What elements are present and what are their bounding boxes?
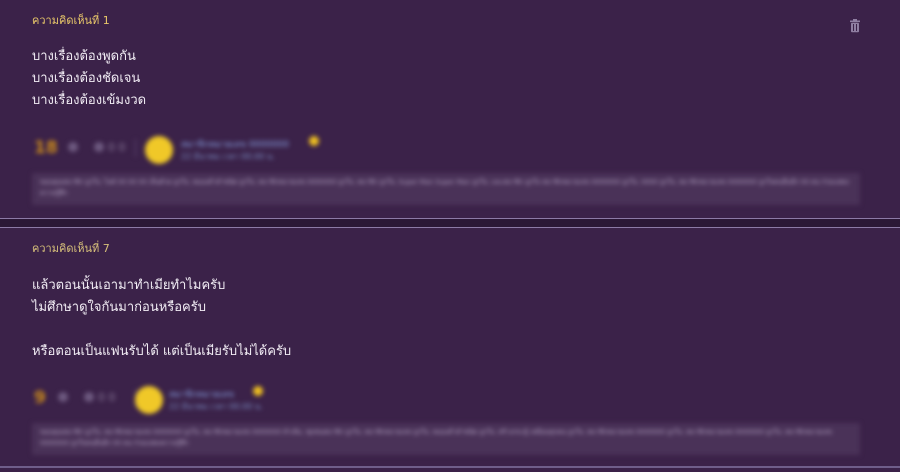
star-badge-icon bbox=[309, 136, 319, 146]
emotion-count: 0 0 bbox=[98, 391, 116, 404]
divider bbox=[135, 139, 136, 157]
reaction-summary[interactable]: ขอบคุณสมาชิก ถูกใจ, ไลค์ 00 00 00 เห็นด้… bbox=[32, 173, 860, 205]
timestamp: 22 มีนาคม เวลา 00.00 น. bbox=[169, 402, 263, 411]
comment-line: บางเรื่องต้องพูดกัน bbox=[32, 49, 136, 64]
vote-count: 18 bbox=[34, 138, 58, 158]
comment-line: บางเรื่องต้องชัดเจน bbox=[32, 71, 141, 86]
star-badge-icon bbox=[253, 386, 263, 396]
comment-body: บางเรื่องต้องพูดกัน บางเรื่องต้องชัดเจน … bbox=[32, 46, 146, 112]
emotion-icon[interactable] bbox=[94, 142, 104, 152]
avatar[interactable] bbox=[145, 136, 173, 164]
timestamp: 22 มีนาคม เวลา 00.00 น. bbox=[181, 152, 275, 161]
vote-count: 9 bbox=[34, 388, 46, 408]
username-link[interactable]: สมาชิกหมายเลข 0000000 bbox=[181, 137, 289, 151]
reaction-summary[interactable]: ขอบคุณสมาชิก ถูกใจ, สมาชิกหมายเลข 000000… bbox=[32, 423, 860, 455]
comment-separator bbox=[0, 218, 900, 228]
comment-number: ความคิดเห็นที่ 1 bbox=[32, 14, 110, 27]
comment-number: ความคิดเห็นที่ 7 bbox=[32, 242, 110, 255]
username-link[interactable]: สมาชิกหมายเลข bbox=[169, 387, 234, 401]
comment-card: ความคิดเห็นที่ 7 แล้วตอนนั้นเอามาทำเมียท… bbox=[0, 228, 900, 472]
comment-separator bbox=[0, 466, 900, 468]
comment-body: แล้วตอนนั้นเอามาทำเมียทำไมครับ ไม่ศึกษาด… bbox=[32, 275, 291, 363]
comment-line: บางเรื่องต้องเข้มงวด bbox=[32, 93, 147, 108]
plus-icon[interactable] bbox=[68, 142, 78, 152]
comment-line: ไม่ศึกษาดูใจกันมาก่อนหรือครับ bbox=[32, 300, 206, 315]
trash-icon[interactable] bbox=[849, 19, 861, 33]
comment-line: หรือตอนเป็นแฟนรับได้ แต่เป็นเมียรับไม่ได… bbox=[32, 344, 292, 359]
emotion-icon[interactable] bbox=[84, 392, 94, 402]
plus-icon[interactable] bbox=[58, 392, 68, 402]
comment-footer: 18 0 0 สมาชิกหมายเลข 0000000 22 มีนาคม เ… bbox=[32, 133, 862, 209]
comment-footer: 9 0 0 สมาชิกหมายเลข 22 มีนาคม เวลา 00.00… bbox=[32, 383, 862, 459]
emotion-count: 0 0 bbox=[108, 141, 126, 154]
comment-line: แล้วตอนนั้นเอามาทำเมียทำไมครับ bbox=[32, 278, 226, 293]
comment-line bbox=[32, 319, 291, 341]
comment-card: ความคิดเห็นที่ 1 บางเรื่องต้องพูดกัน บาง… bbox=[0, 0, 900, 218]
avatar[interactable] bbox=[135, 386, 163, 414]
